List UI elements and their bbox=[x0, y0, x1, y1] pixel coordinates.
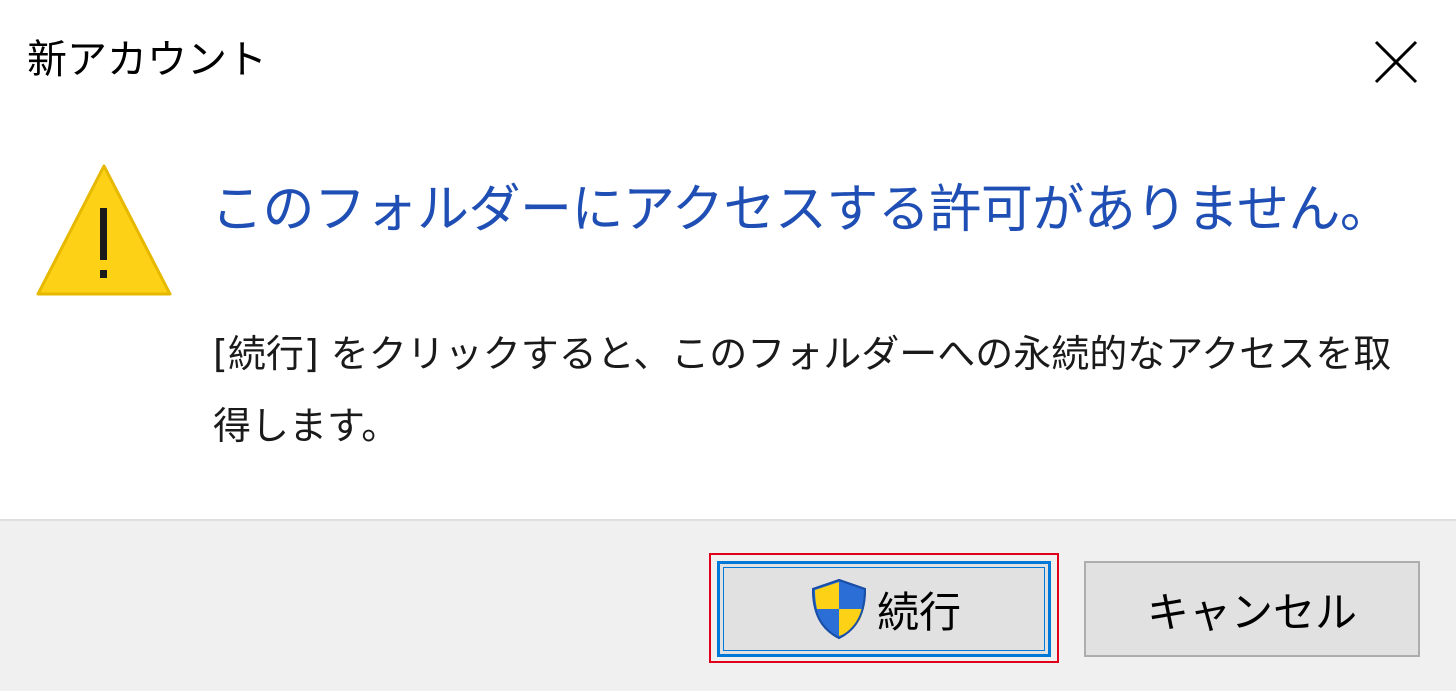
continue-button-content: 続行 bbox=[807, 577, 961, 641]
continue-button[interactable]: 続行 bbox=[717, 561, 1051, 657]
warning-icon bbox=[36, 164, 172, 296]
cancel-button-label: キャンセル bbox=[1146, 587, 1357, 637]
continue-button-label: 続行 bbox=[876, 587, 961, 637]
uac-shield-icon bbox=[811, 578, 866, 640]
permission-dialog: 新アカウント このフォルダーにアクセスする許可がありません。 [続行] をクリッ… bbox=[0, 0, 1456, 691]
message-heading: このフォルダーにアクセスする許可がありません。 bbox=[211, 180, 1392, 240]
message-description: [続行] をクリックすると、このフォルダーへの永続的なアクセスを取得します。 bbox=[213, 332, 1392, 448]
close-button[interactable] bbox=[1356, 22, 1436, 102]
close-icon bbox=[1374, 40, 1418, 84]
window-title: 新アカウント bbox=[27, 37, 267, 83]
cancel-button[interactable]: キャンセル bbox=[1084, 561, 1420, 657]
title-bar: 新アカウント bbox=[0, 0, 1456, 120]
